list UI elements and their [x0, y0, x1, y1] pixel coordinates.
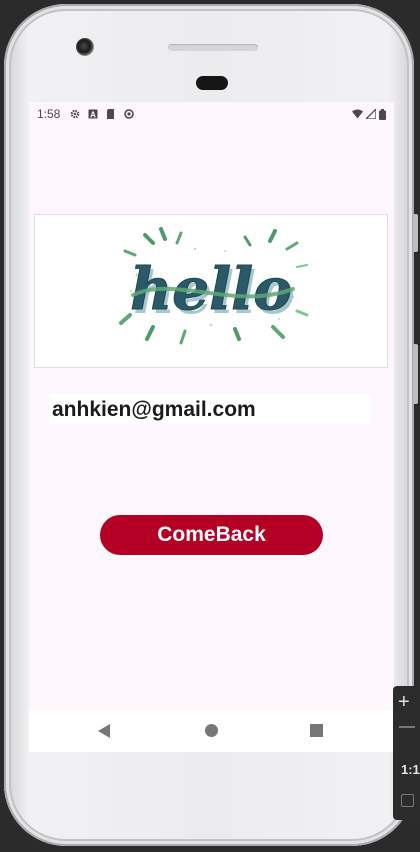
- status-bar: 1:58 A: [29, 102, 394, 126]
- device-screen: 1:58 A hello hello anhkien@gmail.com Com…: [29, 102, 394, 752]
- power-button[interactable]: [413, 344, 418, 404]
- comeback-button[interactable]: ComeBack: [100, 515, 323, 555]
- back-icon[interactable]: [98, 724, 110, 738]
- sd-card-icon: [107, 109, 115, 119]
- email-value: anhkien@gmail.com: [52, 398, 256, 421]
- hello-illustration: hello hello: [119, 227, 309, 345]
- phone-frame: 1:58 A hello hello anhkien@gmail.com Com…: [4, 4, 418, 846]
- front-camera: [76, 38, 94, 56]
- earpiece-speaker: [168, 44, 258, 51]
- svg-text:A: A: [90, 110, 96, 119]
- fit-screen-icon[interactable]: [401, 794, 414, 807]
- ratio-button[interactable]: 1:1: [401, 762, 420, 777]
- status-right-icons: [352, 108, 386, 120]
- font-icon: A: [88, 109, 98, 119]
- home-icon[interactable]: [205, 724, 218, 737]
- volume-button[interactable]: [413, 214, 418, 252]
- emulator-toolbar: + 1:1: [393, 686, 420, 820]
- wifi-icon: [352, 109, 363, 119]
- signal-icon: [366, 109, 376, 119]
- navigation-bar: [29, 710, 394, 752]
- hello-image: hello hello: [34, 214, 388, 368]
- battery-icon: [379, 108, 386, 120]
- gear-icon: [71, 109, 80, 119]
- status-time: 1:58: [37, 107, 61, 121]
- zoom-out-button[interactable]: [399, 726, 415, 728]
- sync-icon: [124, 109, 135, 119]
- recents-icon[interactable]: [310, 724, 323, 737]
- proximity-sensor: [196, 76, 228, 90]
- zoom-in-button[interactable]: +: [398, 692, 410, 712]
- email-field[interactable]: anhkien@gmail.com: [49, 394, 371, 424]
